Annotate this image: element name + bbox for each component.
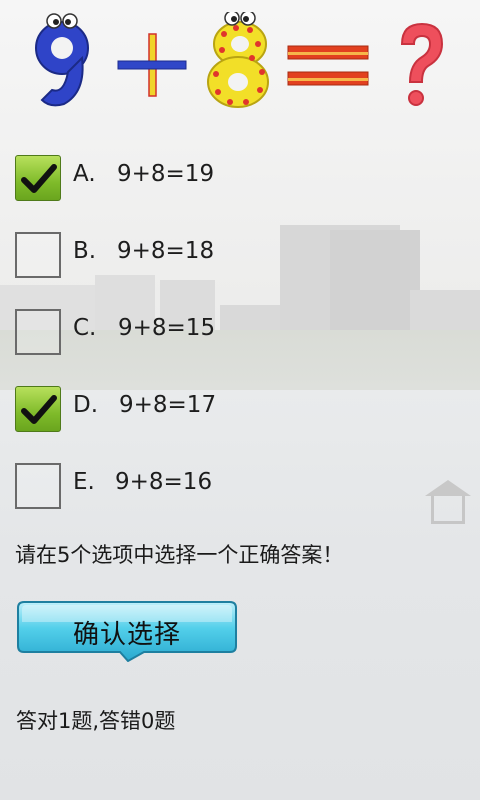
option-letter: B.	[73, 238, 97, 264]
equals: =	[328, 109, 329, 111]
plus-sign-graphic: +	[117, 33, 187, 111]
option-c[interactable]: C. 9+8=15	[15, 309, 415, 359]
instruction-text: 请在5个选项中选择一个正确答案！	[15, 543, 344, 567]
operator-plus: +	[150, 108, 151, 111]
pavilion	[425, 480, 471, 525]
option-text: 9+8=15	[118, 315, 216, 341]
option-a[interactable]: A. 9+8=19	[15, 155, 415, 205]
checkmark-icon	[21, 395, 57, 424]
digit-eight-graphic: 8	[207, 12, 269, 111]
digit-nine-graphic: 9	[35, 13, 89, 111]
operand-a: 9	[62, 109, 63, 111]
checkmark-icon	[21, 164, 57, 193]
equation-banner: 9 + 8 = ?	[35, 12, 444, 111]
option-b[interactable]: B. 9+8=18	[15, 232, 415, 282]
checkbox-unchecked[interactable]	[15, 309, 61, 355]
option-text: 9+8=17	[119, 392, 217, 418]
checkbox-checked[interactable]	[15, 386, 61, 432]
option-text: 9+8=19	[117, 161, 215, 187]
option-e[interactable]: E. 9+8=16	[15, 463, 415, 513]
option-letter: C.	[73, 315, 97, 341]
checkbox-unchecked[interactable]	[15, 463, 61, 509]
option-letter: D.	[73, 392, 99, 418]
option-d[interactable]: D. 9+8=17	[15, 386, 415, 436]
equals-sign-graphic: =	[287, 45, 369, 111]
checkbox-unchecked[interactable]	[15, 232, 61, 278]
question-mark-graphic: ?	[400, 22, 444, 111]
unknown: ?	[422, 109, 423, 111]
option-letter: A.	[73, 161, 96, 187]
score-text: 答对1题,答错0题	[16, 709, 176, 733]
lake-water	[0, 390, 480, 800]
option-text: 9+8=16	[115, 469, 213, 495]
option-letter: E.	[73, 469, 95, 495]
option-text: 9+8=18	[117, 238, 215, 264]
confirm-button[interactable]: 确认选择	[16, 600, 238, 662]
confirm-button-label: 确认选择	[72, 620, 181, 650]
operand-b: 8	[240, 109, 241, 111]
building	[410, 290, 480, 335]
checkbox-checked[interactable]	[15, 155, 61, 201]
